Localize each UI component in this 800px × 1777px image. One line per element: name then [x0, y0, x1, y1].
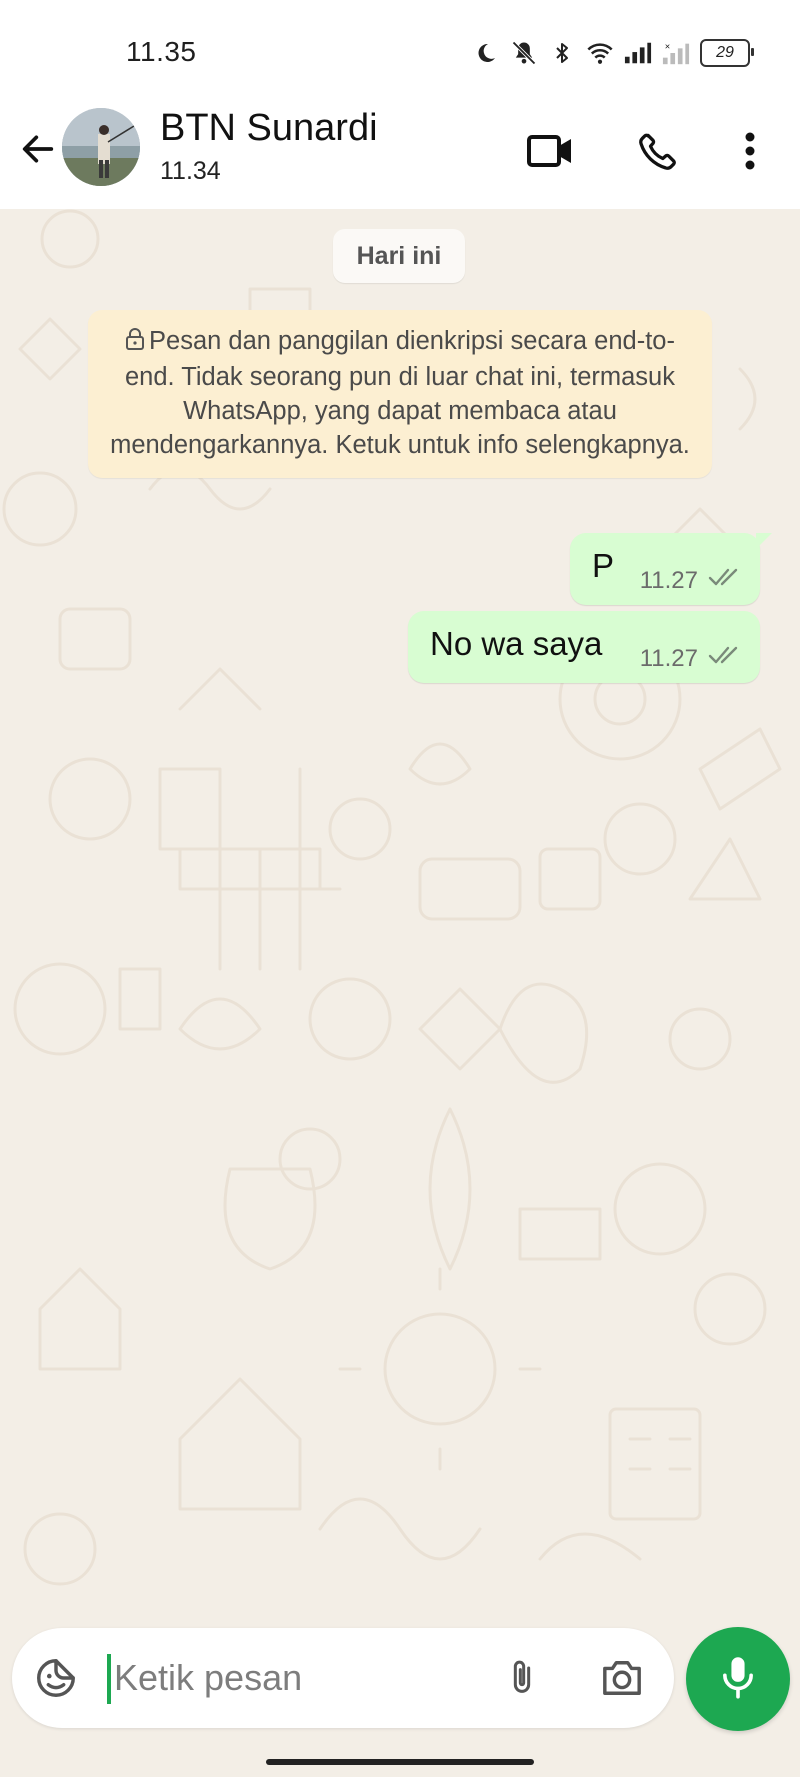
contact-name[interactable]: BTN Sunardi [160, 107, 378, 150]
outgoing-message[interactable]: P 11.27 [570, 533, 772, 605]
last-seen: 11.34 [160, 157, 221, 185]
mic-button[interactable] [686, 1627, 790, 1731]
avatar[interactable] [62, 108, 140, 186]
double-check-icon [708, 566, 744, 593]
message-input[interactable] [104, 1650, 494, 1706]
camera-icon[interactable] [596, 1652, 648, 1704]
svg-text:×: × [665, 41, 670, 51]
chat-area[interactable]: Hari ini Pesan dan panggilan dienkripsi … [0, 209, 800, 1621]
sticker-icon[interactable] [32, 1654, 80, 1702]
more-vert-icon[interactable] [722, 123, 778, 179]
home-indicator[interactable] [266, 1759, 534, 1765]
moon-icon [472, 39, 500, 67]
battery-icon: 29 [700, 39, 754, 67]
back-arrow-icon[interactable] [14, 125, 62, 173]
status-time: 11.35 [126, 36, 197, 67]
encryption-notice-text: Pesan dan panggilan dienkripsi secara en… [110, 327, 690, 459]
outgoing-message[interactable]: No wa saya 11.27 [408, 611, 760, 683]
status-icons: × 29 [472, 36, 754, 70]
system-nav-bar [0, 1740, 800, 1777]
whatsapp-chat-screen: 11.35 × 29 BTN Sunardi 11.34 Hari ini Pe… [0, 0, 800, 1777]
date-chip: Hari ini [333, 229, 465, 283]
message-time: 11.27 [639, 567, 698, 594]
encryption-notice[interactable]: Pesan dan panggilan dienkripsi secara en… [88, 310, 712, 478]
mic-icon [718, 1654, 758, 1705]
message-composer [12, 1628, 674, 1728]
video-call-icon[interactable] [522, 123, 578, 179]
message-time: 11.27 [639, 645, 698, 672]
paperclip-icon[interactable] [496, 1652, 548, 1704]
bubble-tail [756, 533, 772, 549]
status-bar: 11.35 × 29 [0, 0, 800, 95]
phone-icon[interactable] [630, 123, 686, 179]
chat-header: BTN Sunardi 11.34 [0, 95, 800, 209]
lock-icon [125, 326, 145, 360]
signal-off-icon: × [662, 39, 690, 67]
signal-icon [624, 39, 652, 67]
bluetooth-icon [548, 39, 576, 67]
message-text: P [592, 547, 615, 584]
double-check-icon [708, 644, 744, 671]
wifi-icon [586, 39, 614, 67]
message-text: No wa saya [430, 625, 603, 662]
bell-off-icon [510, 39, 538, 67]
